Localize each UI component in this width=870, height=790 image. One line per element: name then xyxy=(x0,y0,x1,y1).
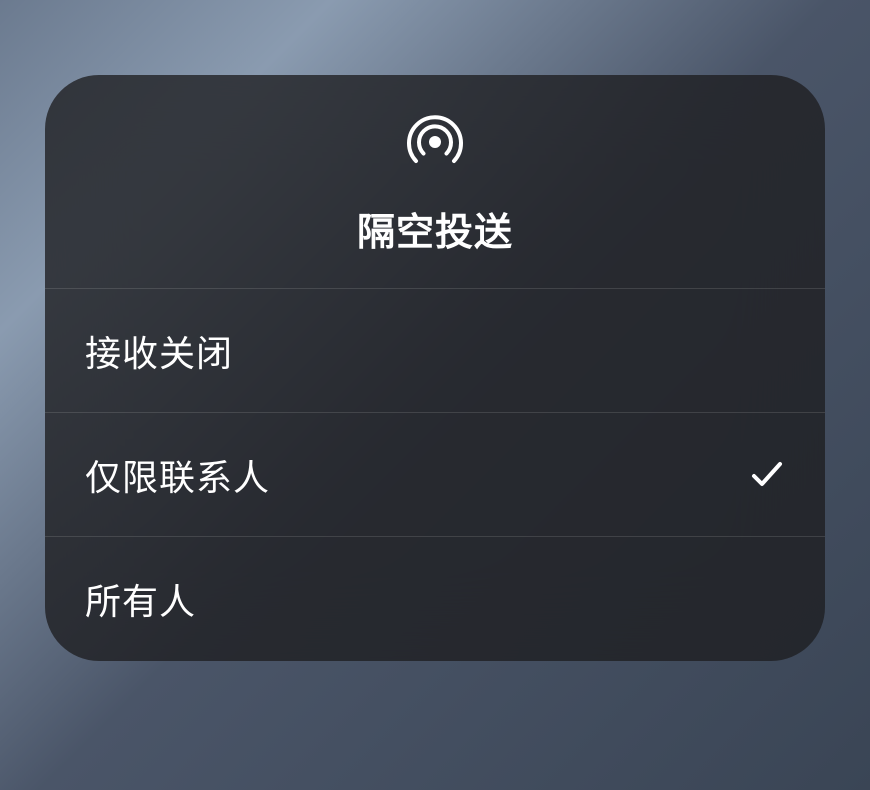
airdrop-icon xyxy=(404,111,466,173)
option-label: 接收关闭 xyxy=(85,325,233,377)
option-label: 所有人 xyxy=(85,573,196,625)
checkmark-icon xyxy=(749,457,785,493)
panel-header: 隔空投送 xyxy=(45,75,825,289)
panel-title: 隔空投送 xyxy=(357,201,513,256)
airdrop-settings-panel: 隔空投送 接收关闭 仅限联系人 所有人 xyxy=(45,75,825,661)
option-label: 仅限联系人 xyxy=(85,449,270,501)
option-contacts-only[interactable]: 仅限联系人 xyxy=(45,413,825,537)
options-list: 接收关闭 仅限联系人 所有人 xyxy=(45,289,825,661)
option-everyone[interactable]: 所有人 xyxy=(45,537,825,661)
option-receiving-off[interactable]: 接收关闭 xyxy=(45,289,825,413)
